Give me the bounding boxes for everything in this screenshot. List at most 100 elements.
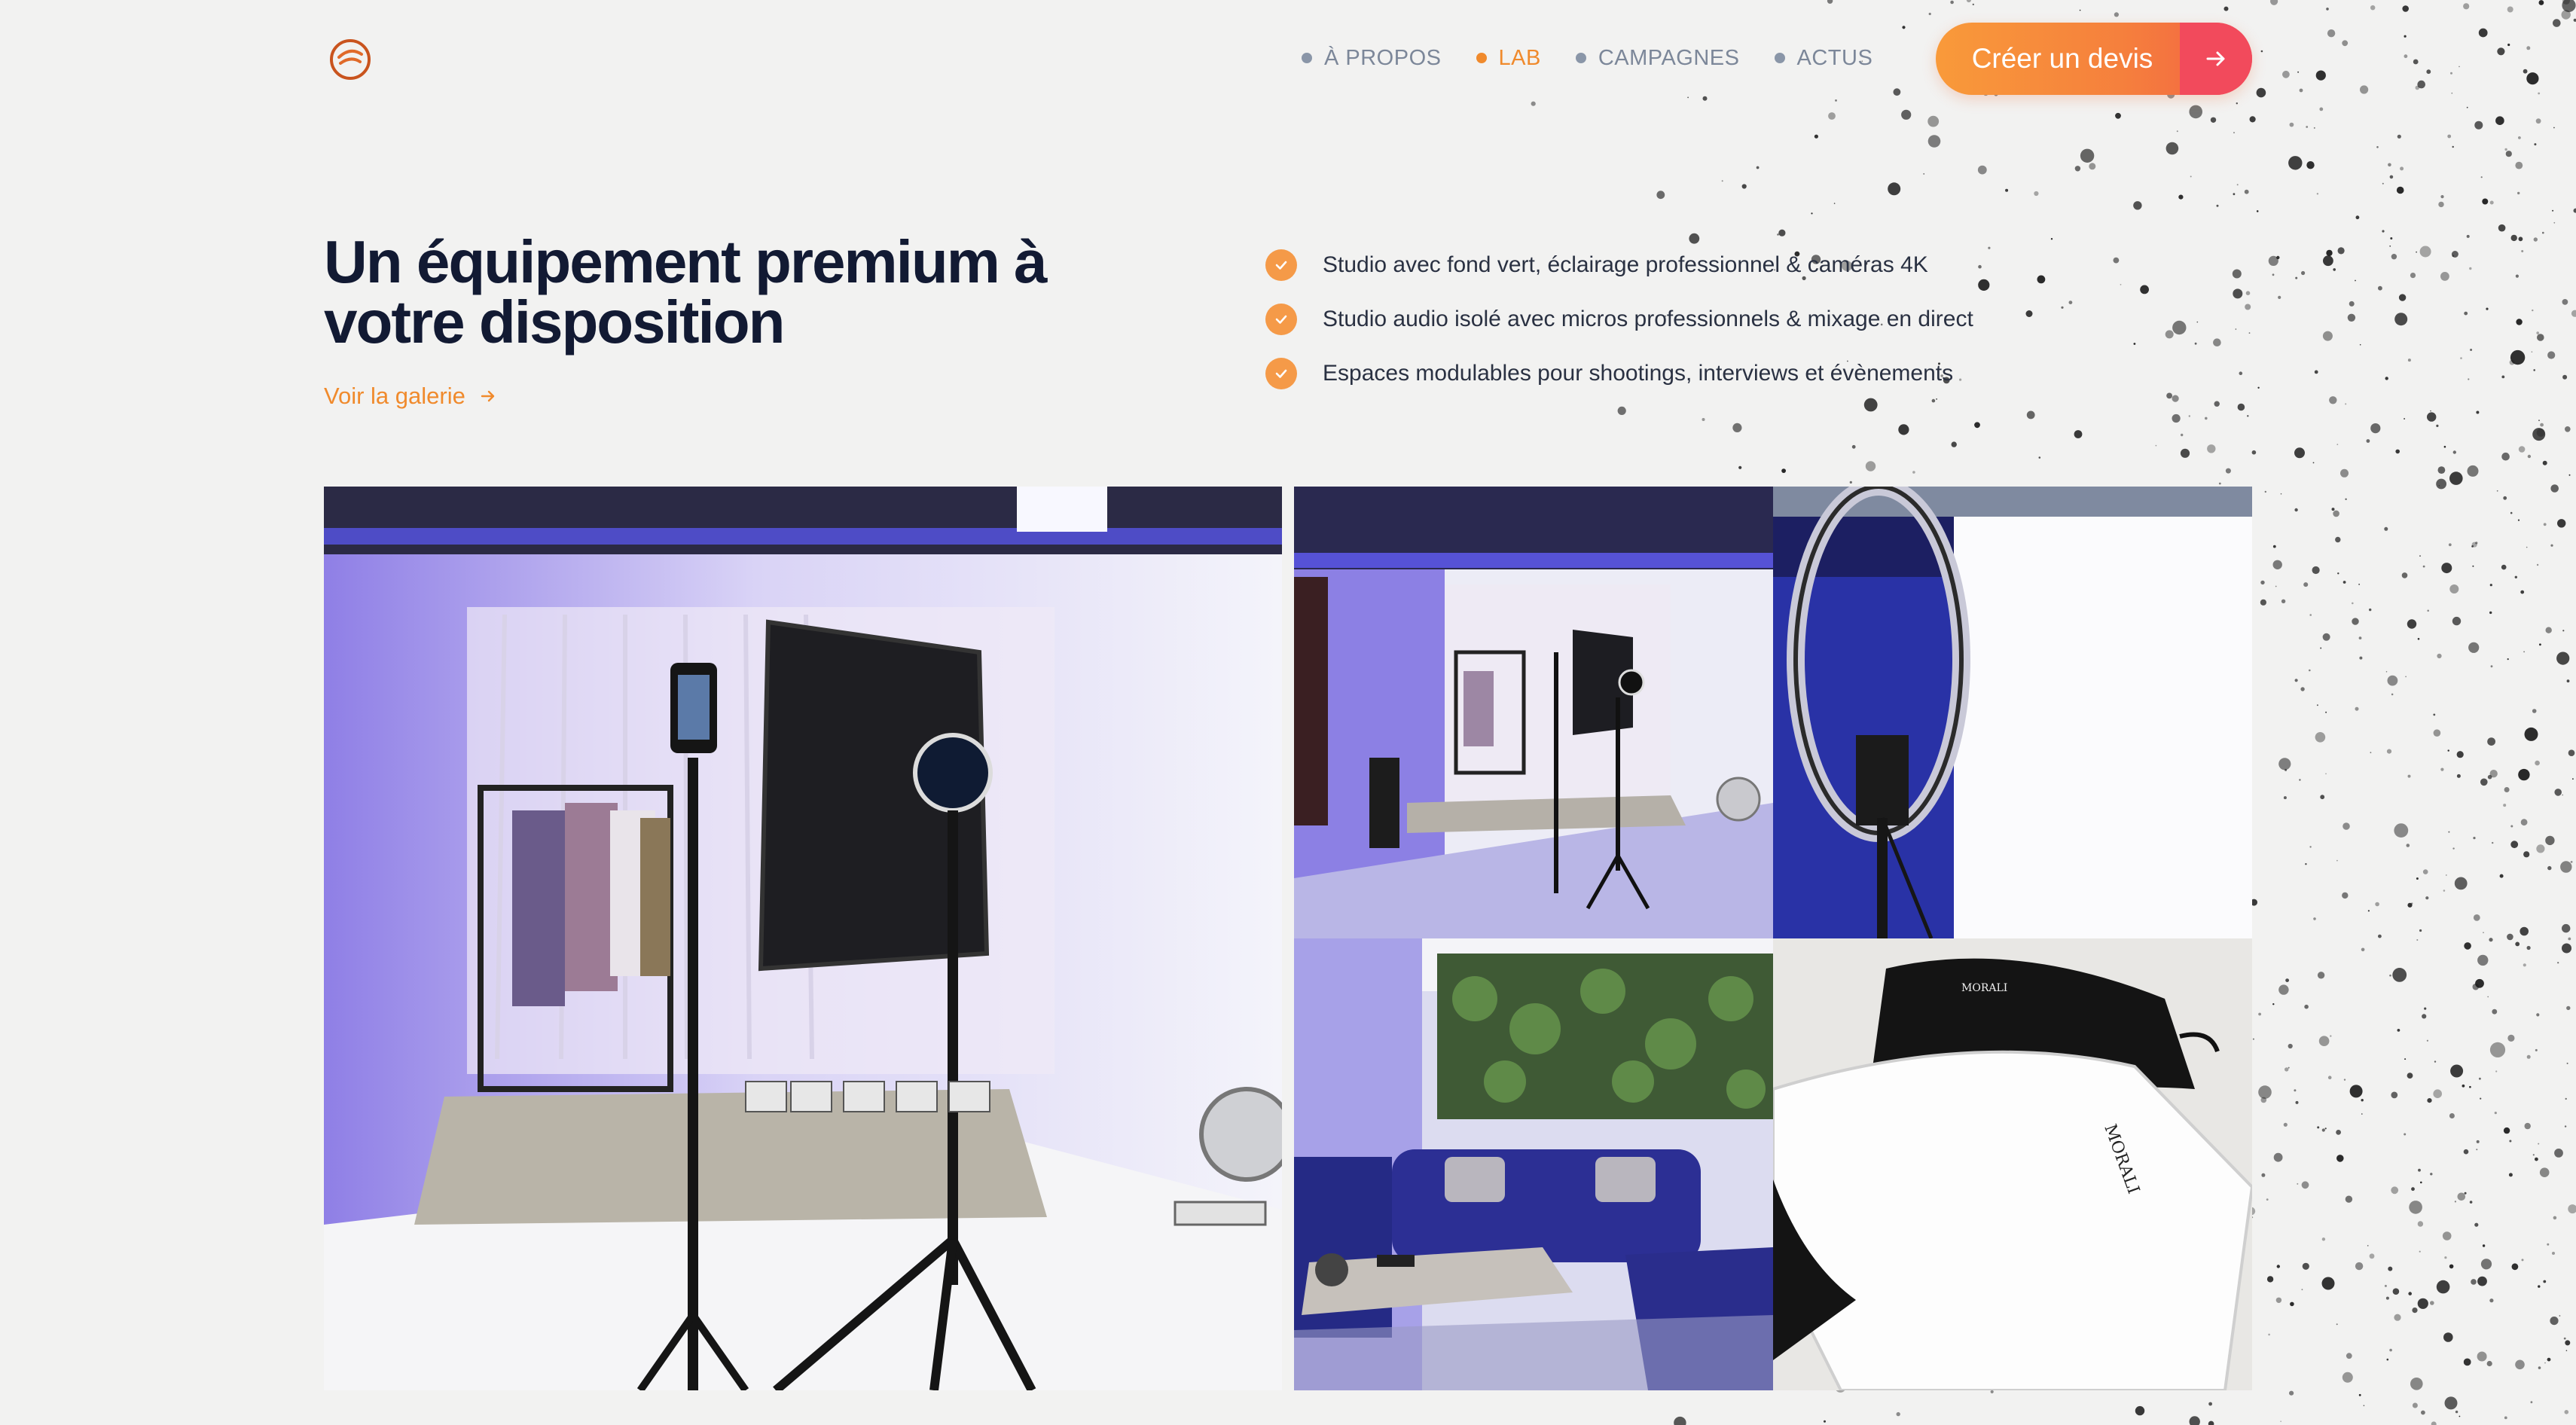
ink-dot xyxy=(2313,127,2315,129)
ink-dot xyxy=(2210,117,2217,123)
ink-dot xyxy=(2510,825,2513,828)
ink-dot xyxy=(2325,773,2327,775)
ink-dot xyxy=(2359,343,2361,346)
ink-dot xyxy=(2430,410,2431,412)
ink-dot xyxy=(2256,210,2259,212)
ink-dot xyxy=(2544,1362,2546,1364)
ink-dot xyxy=(2363,1405,2365,1406)
ink-dot xyxy=(2416,939,2419,941)
ink-dot xyxy=(2511,1263,2519,1271)
ink-dot xyxy=(2331,508,2335,511)
ink-dot xyxy=(1781,468,1787,473)
ink-dot xyxy=(2349,1085,2363,1098)
ink-dot xyxy=(2343,581,2346,584)
ink-dot xyxy=(1531,101,1536,106)
nav-item-campagnes[interactable]: CAMPAGNES xyxy=(1575,46,1740,71)
ink-dot xyxy=(2487,996,2489,998)
brand-logo[interactable] xyxy=(327,36,374,83)
ink-dot xyxy=(2343,822,2350,830)
ink-dot xyxy=(2297,71,2300,73)
ink-dot xyxy=(2419,1250,2421,1253)
ink-dot xyxy=(2447,134,2452,139)
ink-dot xyxy=(2473,914,2480,921)
ink-dot xyxy=(2257,386,2260,389)
ink-dot xyxy=(2480,1259,2492,1270)
ink-dot xyxy=(2369,608,2372,612)
ink-dot xyxy=(2468,378,2470,380)
ink-dot xyxy=(2508,1173,2513,1177)
ink-dot xyxy=(2495,1070,2498,1073)
ink-dot xyxy=(2518,236,2523,242)
ink-dot xyxy=(2427,1098,2432,1103)
studio-wide-photo[interactable] xyxy=(1294,487,1773,938)
ink-dot xyxy=(1951,441,1957,447)
ink-dot xyxy=(2489,611,2492,615)
ring-light-photo[interactable] xyxy=(1773,487,2252,938)
ink-dot xyxy=(2543,1280,2547,1283)
ink-dot xyxy=(2272,560,2282,569)
ink-dot xyxy=(2520,590,2525,594)
ink-dot xyxy=(2213,338,2221,347)
ink-dot xyxy=(2061,306,2064,309)
studio-main-photo[interactable] xyxy=(324,487,1282,1390)
ink-dot xyxy=(2133,343,2136,345)
ink-dot xyxy=(2452,145,2454,148)
ink-dot xyxy=(2478,28,2488,38)
ink-dot xyxy=(2553,1216,2557,1220)
ink-dot xyxy=(2480,176,2483,179)
ink-dot xyxy=(2480,778,2488,786)
ink-dot xyxy=(2384,1284,2387,1287)
ink-dot xyxy=(2388,163,2391,167)
ink-dot xyxy=(2518,446,2526,453)
main-nav: À PROPOS LAB CAMPAGNES ACTUS xyxy=(1302,39,1907,77)
ink-dot xyxy=(2417,1221,2424,1227)
title-line-1: Un équipement premium à xyxy=(324,228,1048,295)
ink-dot xyxy=(2476,1149,2478,1151)
feature-item: Studio audio isolé avec micros professio… xyxy=(1265,292,1973,346)
ink-dot xyxy=(2165,142,2179,155)
ink-dot xyxy=(2433,1089,2442,1098)
ink-dot xyxy=(2518,136,2521,139)
ink-dot xyxy=(2527,454,2532,459)
ink-dot xyxy=(2407,619,2417,629)
merch-photo[interactable]: MORALI MORALI xyxy=(1773,938,2252,1390)
ink-dot xyxy=(2545,627,2552,633)
ink-dot xyxy=(2466,234,2470,238)
nav-item-actus[interactable]: ACTUS xyxy=(1774,46,1873,71)
ink-dot xyxy=(1901,109,1912,120)
view-gallery-link[interactable]: Voir la galerie xyxy=(324,383,497,410)
ink-dot xyxy=(2325,711,2327,713)
ink-dot xyxy=(2570,861,2573,863)
ink-dot xyxy=(2375,902,2379,907)
ink-dot xyxy=(1928,12,1931,16)
ink-dot xyxy=(1988,246,1991,249)
ink-dot xyxy=(2190,175,2192,178)
nav-item-a-propos[interactable]: À PROPOS xyxy=(1302,46,1442,71)
ink-dot xyxy=(2450,1064,2464,1078)
ink-dot xyxy=(2176,130,2178,133)
view-gallery-label: Voir la galerie xyxy=(324,383,465,409)
ink-dot xyxy=(2394,823,2409,838)
ink-dot xyxy=(2458,66,2460,68)
ink-dot xyxy=(2557,519,2566,528)
nav-item-lab[interactable]: LAB xyxy=(1476,46,1541,71)
nav-dot xyxy=(1575,53,1586,63)
ink-dot xyxy=(2249,116,2256,123)
ink-dot xyxy=(2306,161,2315,169)
ink-dot xyxy=(2342,892,2349,899)
lounge-photo[interactable] xyxy=(1294,938,1773,1390)
ink-dot xyxy=(2427,609,2429,612)
ink-dot xyxy=(1902,26,1906,29)
ink-dot xyxy=(2355,279,2356,282)
ink-dot xyxy=(2547,351,2556,359)
ink-dot xyxy=(2515,1359,2525,1370)
ink-dot xyxy=(2391,693,2394,696)
ink-dot xyxy=(2540,423,2544,427)
ink-dot xyxy=(2005,188,2009,192)
ink-dot xyxy=(2448,543,2452,547)
ink-dot xyxy=(1990,1390,1994,1393)
ink-dot xyxy=(2239,371,2243,376)
create-quote-button[interactable]: Créer un devis xyxy=(1936,23,2252,95)
ink-dot xyxy=(2390,237,2393,240)
ink-dot xyxy=(2389,245,2391,247)
